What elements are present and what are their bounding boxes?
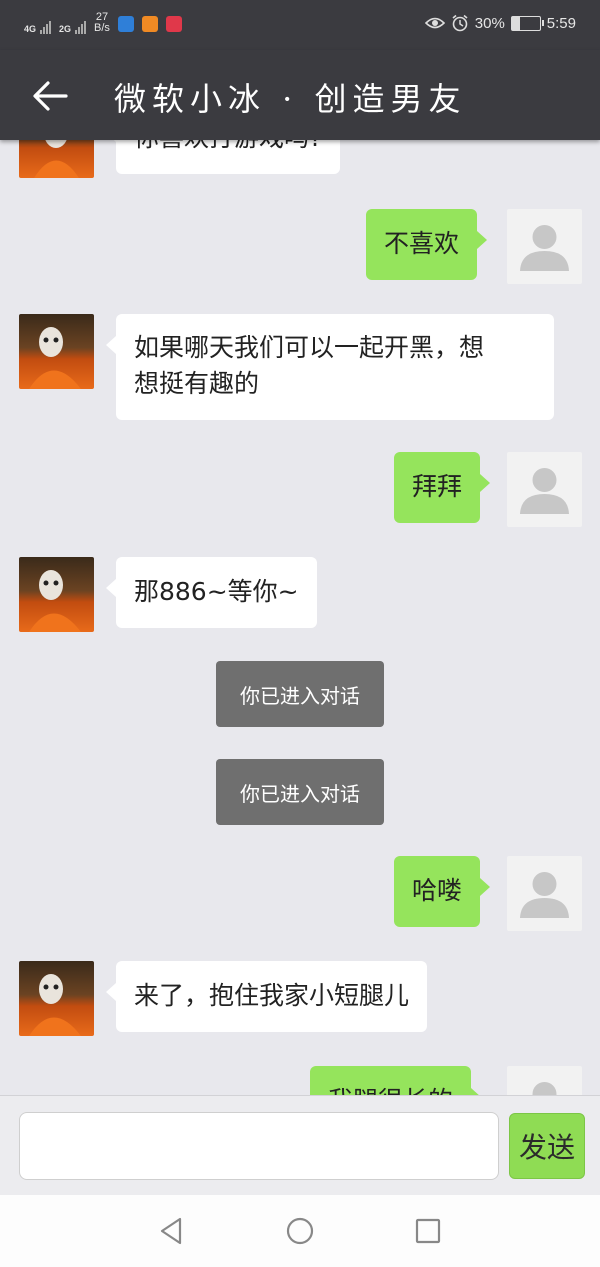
net-speed: 27 B/s xyxy=(94,11,110,34)
bubble-line: 如果哪天我们可以一起开黑，想 xyxy=(134,333,485,362)
chat-bubble-bot: 那886~等你~ xyxy=(106,557,317,628)
status-bar: 4G 2G 27 B/s 30% 5:59 xyxy=(0,0,600,50)
square-recent-icon[interactable] xyxy=(410,1213,446,1249)
system-notice: 你已进入对话 xyxy=(216,759,384,825)
chat-bubble-bot: 如果哪天我们可以一起开黑，想 想挺有趣的 xyxy=(106,314,554,420)
chat-bubble-user: 哈喽 xyxy=(394,856,491,927)
user-avatar[interactable] xyxy=(507,209,582,284)
user-avatar[interactable] xyxy=(507,1066,582,1095)
input-bar: 发送 xyxy=(0,1095,600,1196)
chat-bubble-user: 拜拜 xyxy=(394,452,491,523)
bot-avatar[interactable] xyxy=(19,961,94,1036)
system-nav-bar xyxy=(0,1195,600,1267)
chat-bubble-user: 我腿很长的 xyxy=(310,1066,482,1095)
app-bar: 微软小冰 · 创造男友 xyxy=(0,50,600,140)
shield-app-icon xyxy=(117,16,134,32)
send-button[interactable]: 发送 xyxy=(509,1113,585,1179)
circle-home-icon[interactable] xyxy=(282,1213,318,1249)
status-left: 4G 2G 27 B/s xyxy=(24,12,182,34)
signal-4g-icon: 4G xyxy=(24,20,52,34)
video-app-icon xyxy=(141,16,158,32)
default-user-icon xyxy=(520,225,569,271)
triangle-back-icon[interactable] xyxy=(154,1213,190,1249)
default-user-icon xyxy=(520,872,569,918)
system-notice: 你已进入对话 xyxy=(216,661,384,727)
chat-area[interactable]: 你喜欢打游戏吗? 不喜欢 如果哪天我们可以一起开黑，想 想挺有趣的 拜拜 那88… xyxy=(0,140,600,1095)
chat-bubble-user: 不喜欢 xyxy=(366,209,488,280)
status-right: 30% 5:59 xyxy=(424,14,576,32)
signal-2g-icon: 2G xyxy=(59,20,87,34)
page-title: 微软小冰 · 创造男友 xyxy=(114,80,467,118)
battery-percent: 30% xyxy=(474,14,505,32)
alarm-icon xyxy=(452,14,468,32)
chat-bubble-bot: 来了，抱住我家小短腿儿 xyxy=(105,961,428,1032)
arrow-left-icon[interactable] xyxy=(30,76,70,116)
eye-icon xyxy=(424,17,445,29)
bot-avatar[interactable] xyxy=(19,314,94,389)
bot-avatar[interactable] xyxy=(19,557,94,632)
message-input[interactable] xyxy=(19,1112,499,1180)
chat-bubble-bot: 你喜欢打游戏吗? xyxy=(105,140,341,174)
calendar-app-icon xyxy=(165,16,182,32)
bot-avatar[interactable] xyxy=(19,140,94,178)
default-user-icon xyxy=(520,468,569,514)
user-avatar[interactable] xyxy=(507,856,582,931)
user-avatar[interactable] xyxy=(507,452,582,527)
default-user-icon xyxy=(532,1082,557,1095)
battery-icon xyxy=(510,15,544,31)
clock: 5:59 xyxy=(546,14,576,32)
bubble-line: 想挺有趣的 xyxy=(134,369,260,398)
